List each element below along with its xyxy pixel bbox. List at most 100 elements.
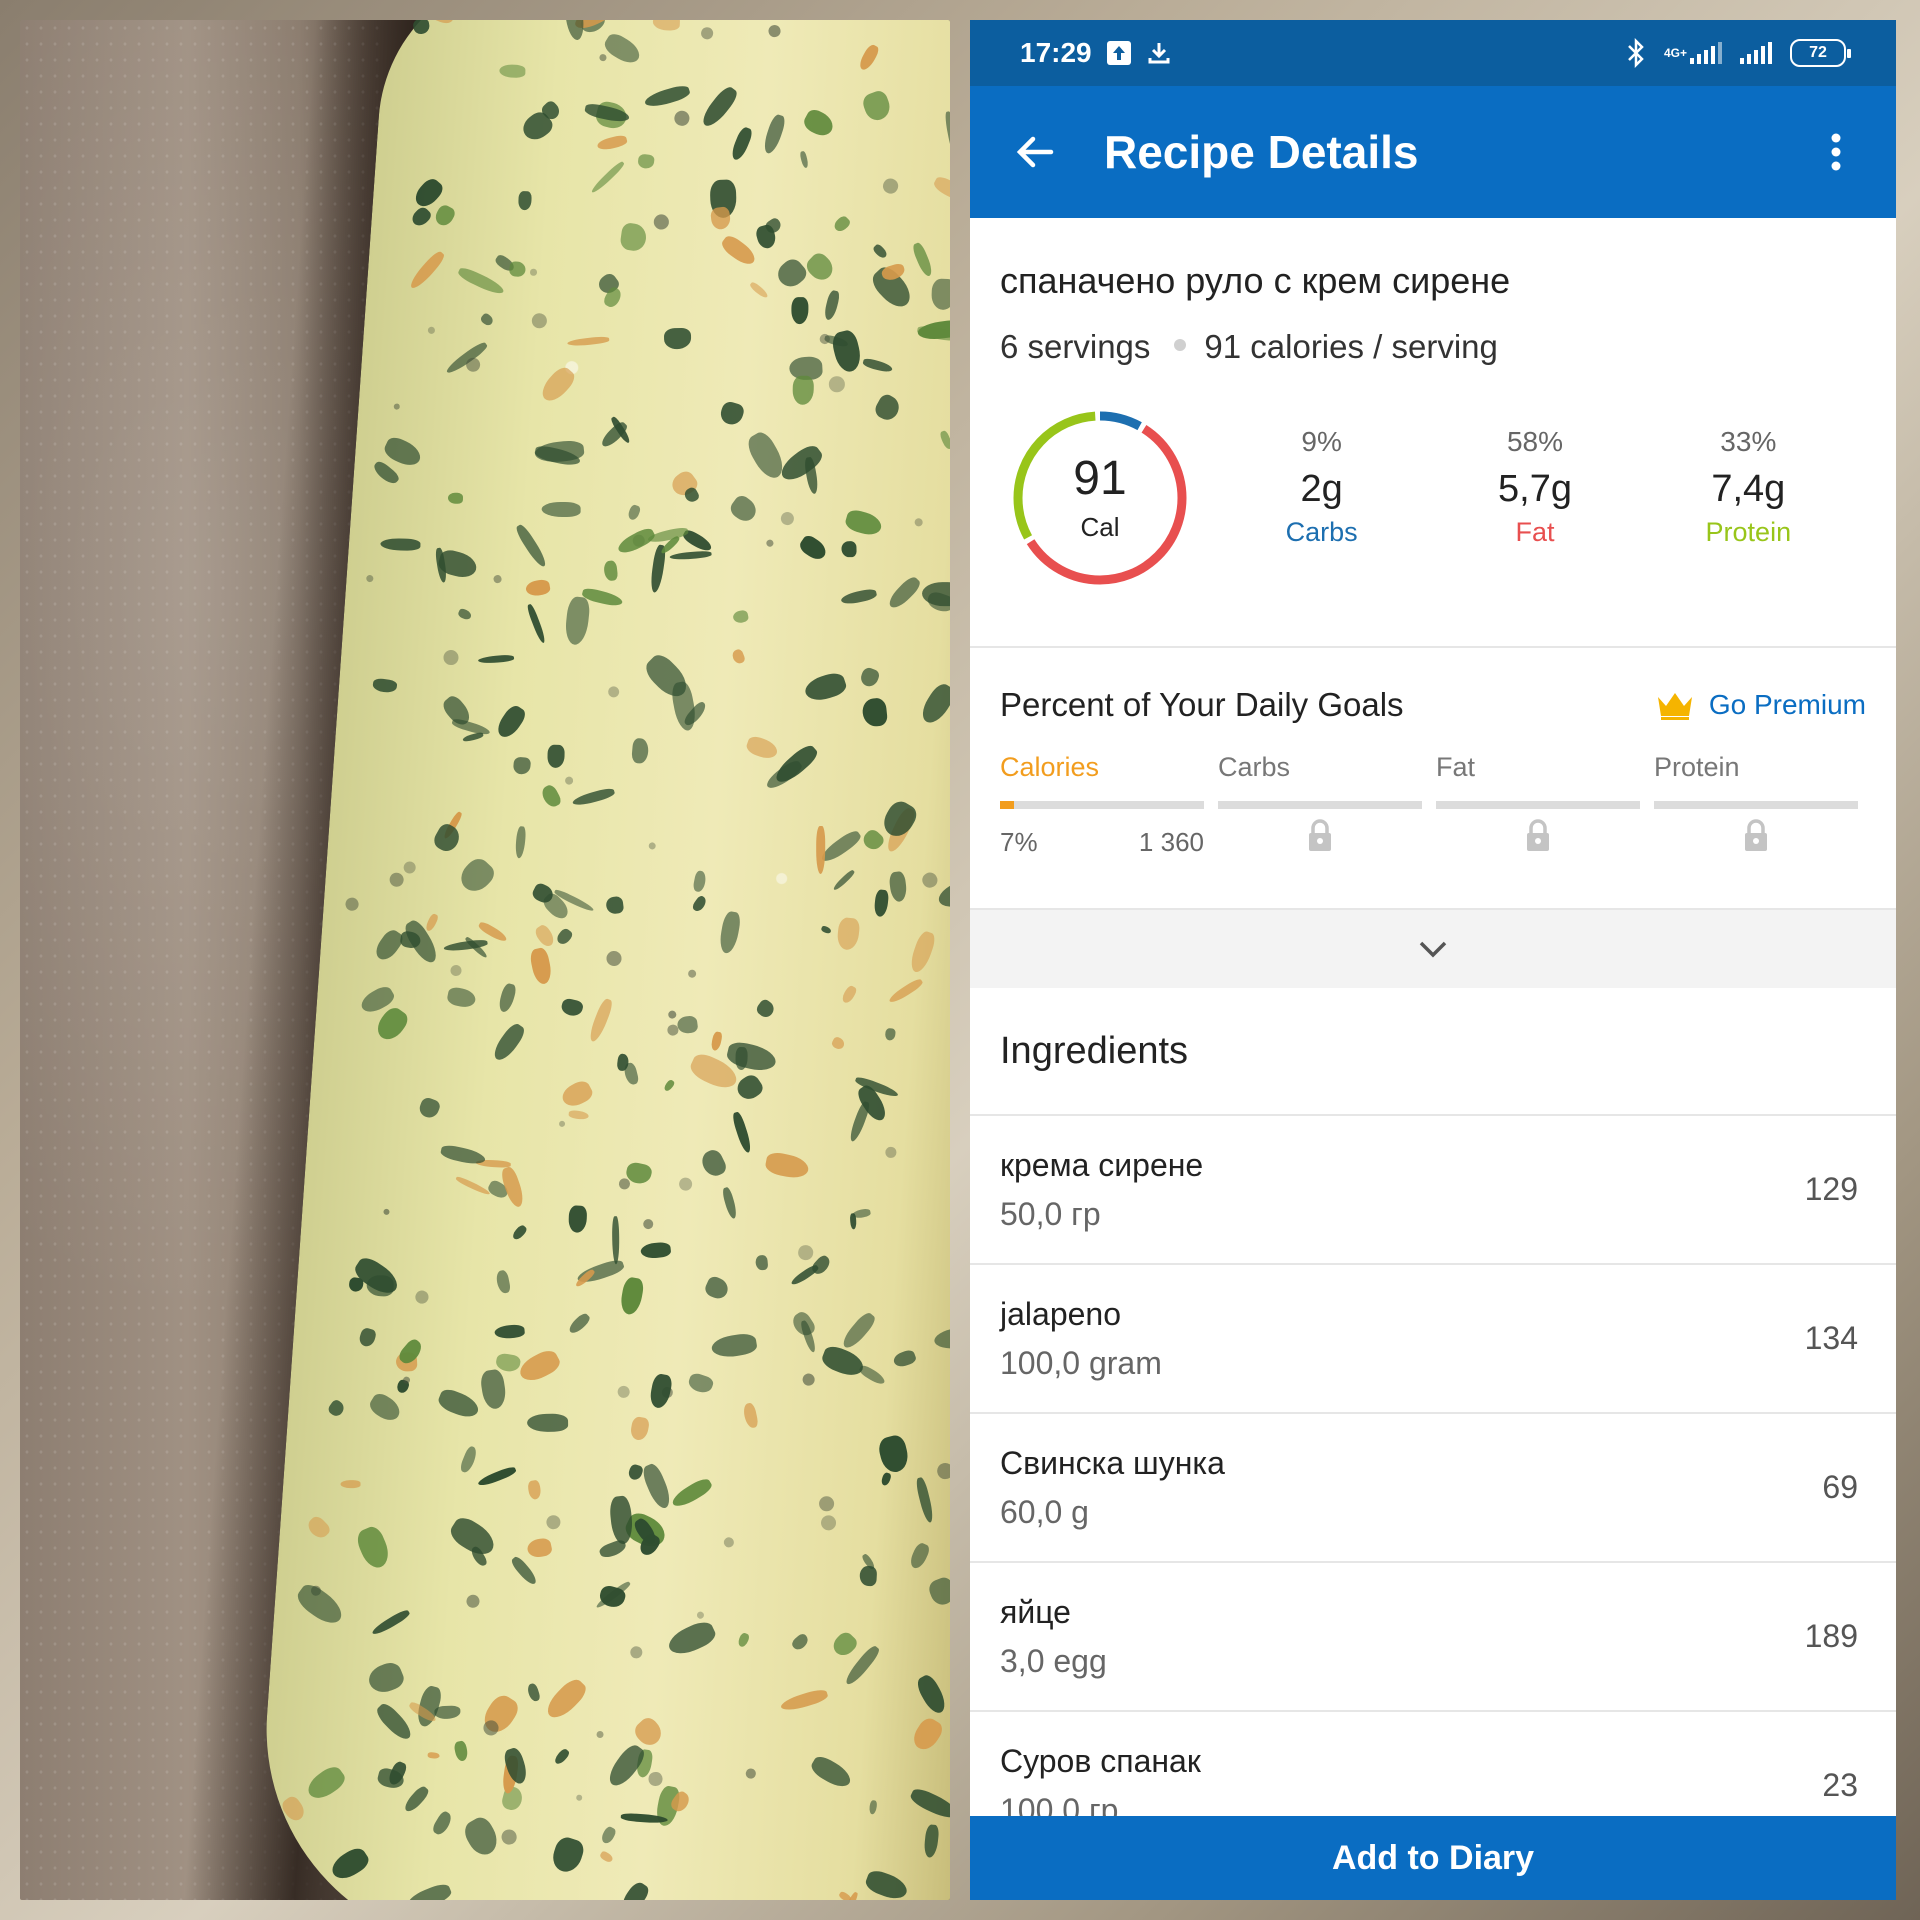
goal-carbs: Carbs <box>1218 752 1422 858</box>
roll-speck <box>526 1682 542 1703</box>
roll-speck <box>880 175 901 196</box>
roll-speck <box>327 1844 372 1885</box>
roll-speck <box>600 1825 618 1846</box>
recipe-content: спаначено руло с крем сирене 6 servings … <box>970 218 1896 1861</box>
roll-speck <box>930 278 950 312</box>
roll-speck <box>789 1309 818 1340</box>
add-to-diary-button[interactable]: Add to Diary <box>970 1816 1896 1900</box>
lock-icon <box>1436 819 1640 853</box>
roll-speck <box>553 1747 571 1766</box>
meta-separator <box>1174 339 1187 351</box>
roll-speck <box>730 1110 754 1154</box>
roll-speck <box>842 508 884 539</box>
roll-speck <box>357 1327 378 1349</box>
roll-speck <box>872 391 904 424</box>
roll-speck <box>498 64 526 78</box>
roll-speck <box>525 602 547 644</box>
roll-speck <box>859 1566 878 1587</box>
roll-speck <box>409 205 434 230</box>
roll-speck <box>839 586 878 606</box>
roll-speck <box>696 1611 706 1621</box>
calories-per-serving: 91 calories / serving <box>1204 328 1498 365</box>
goal-track <box>1000 801 1204 809</box>
roll-speck <box>326 1397 347 1418</box>
roll-speck <box>435 1386 482 1422</box>
roll-speck <box>819 1343 868 1380</box>
roll-speck <box>880 1472 892 1487</box>
roll-speck <box>407 248 447 292</box>
roll-speck <box>568 1204 588 1233</box>
ingredient-row[interactable]: jalapeno 100,0 gram 134 <box>970 1265 1896 1414</box>
battery-level: 72 <box>1809 44 1827 61</box>
roll-speck <box>776 441 826 486</box>
roll-speck <box>764 1150 812 1182</box>
roll-speck <box>932 1324 950 1352</box>
ingredient-row[interactable]: яйце 3,0 egg 189 <box>970 1563 1896 1712</box>
roll-speck <box>727 492 761 525</box>
roll-speck <box>427 1751 441 1760</box>
roll-speck <box>796 533 830 564</box>
roll-speck <box>948 776 950 820</box>
roll-speck <box>922 1824 940 1859</box>
roll-speck <box>710 1332 758 1360</box>
roll-speck <box>525 578 551 597</box>
expand-goals-button[interactable] <box>970 910 1896 988</box>
chevron-down-icon <box>1419 941 1447 958</box>
macro-value: 5,7g <box>1498 468 1572 510</box>
lock-icon <box>1654 819 1858 853</box>
roll-speck <box>931 174 950 205</box>
roll-speck <box>601 30 644 67</box>
roll-speck <box>797 1243 815 1262</box>
roll-speck <box>596 133 629 152</box>
roll-speck <box>830 1035 847 1051</box>
roll-speck <box>513 522 550 569</box>
roll-speck <box>541 1674 590 1724</box>
roll-speck <box>718 400 747 428</box>
roll-speck <box>457 607 473 622</box>
ingredient-row[interactable]: крема сирене 50,0 гр 129 <box>970 1116 1896 1265</box>
roll-speck <box>913 516 924 527</box>
go-premium-label: Go Premium <box>1708 689 1866 720</box>
ingredient-quantity: 3,0 egg <box>1000 1642 1107 1679</box>
roll-speck <box>598 52 608 63</box>
roll-speck <box>884 573 923 612</box>
page-title: Recipe Details <box>1104 126 1419 178</box>
roll-speck <box>880 261 907 283</box>
roll-speck <box>914 1672 950 1717</box>
battery-icon: 72 <box>1790 39 1851 67</box>
macro-pct: 33% <box>1720 426 1777 457</box>
roll-speck <box>697 1146 729 1180</box>
ingredient-name: крема сирене <box>1000 1146 1204 1183</box>
roll-speck <box>478 654 515 665</box>
roll-speck <box>401 859 419 877</box>
roll-speck <box>789 1263 821 1288</box>
roll-speck <box>736 1632 750 1649</box>
ingredient-row[interactable]: Свинска шунка 60,0 g 69 <box>970 1414 1896 1563</box>
servings-count: 6 servings <box>1000 328 1151 365</box>
roll-speck <box>815 825 826 874</box>
roll-speck <box>676 1015 699 1035</box>
goals-title: Percent of Your Daily Goals <box>1000 686 1404 723</box>
roll-speck <box>803 249 838 284</box>
roll-speck <box>849 1213 857 1230</box>
roll-speck <box>858 666 881 689</box>
roll-speck <box>365 573 376 584</box>
roll-speck <box>698 83 740 131</box>
recipe-summary: спаначено руло с крем сирене 6 servings … <box>970 218 1896 648</box>
roll-speck <box>527 1479 542 1500</box>
roll-speck <box>734 1072 766 1104</box>
roll-speck <box>710 1030 723 1052</box>
overflow-menu-button[interactable] <box>1776 86 1896 218</box>
ingredient-quantity: 50,0 гр <box>1000 1195 1101 1232</box>
roll-speck <box>518 190 533 211</box>
roll-speck <box>508 260 526 277</box>
ingredient-calories: 129 <box>1804 1171 1858 1207</box>
more-vert-icon <box>1831 133 1841 171</box>
roll-speck <box>830 328 865 375</box>
roll-speck <box>305 1513 333 1542</box>
roll-speck <box>412 20 431 36</box>
go-premium-link[interactable]: Go Premium <box>1655 689 1866 721</box>
back-button[interactable] <box>970 86 1100 218</box>
roll-speck <box>653 20 681 32</box>
roll-speck <box>545 1514 561 1530</box>
